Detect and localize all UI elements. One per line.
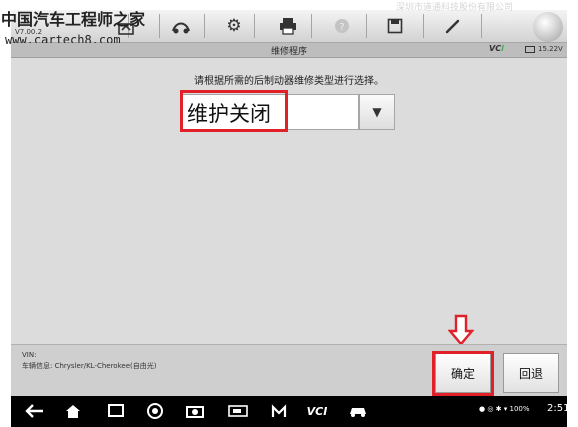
dropdown-button[interactable]: ▼ [359,94,395,130]
printer-icon[interactable] [273,14,303,38]
home-ball-button[interactable] [533,12,563,42]
help-icon[interactable]: ? [327,14,357,38]
main-content: 请根据所需的后制动器维修类型进行选择。 维护关闭 ▼ [11,58,567,344]
back-arrow-icon[interactable] [23,401,47,421]
page-title: 维修程序 [270,47,307,57]
app-screen: V7.00.2 ⚙ ? 深圳市道通科技股份有限公司 中国汽车工程师之家 www. [1,0,570,427]
camera-icon[interactable] [183,401,207,421]
vci-indicator: VCI [489,44,504,53]
battery-status: ● ◎ ✱ ▾ 100% [479,405,530,413]
triangle-down-icon: ▼ [372,105,382,119]
svg-text:?: ? [339,22,344,33]
system-nav-bar: VCI ● ◎ ✱ ▾ 100% 2:51 [11,396,570,427]
back-button[interactable]: 回退 [503,353,559,393]
highlight-box-confirm [432,351,494,396]
vehicle-info: 车辆信息: Chrysler/KL-Cherokee(自由光) [22,362,157,370]
vci-nav-icon[interactable]: VCI [305,401,329,421]
site-watermark-cn: 中国汽车工程师之家 [1,10,146,29]
highlight-box-select [180,90,288,132]
down-arrow-annotation-icon [448,314,474,346]
recent-apps-icon[interactable] [103,401,127,421]
video-record-icon[interactable] [226,401,250,421]
browser-icon[interactable] [143,401,167,421]
settings-gear-icon[interactable]: ⚙ [219,14,249,38]
clock-time: 2:51 [547,403,570,414]
vin-label: VIN: [22,351,37,359]
title-bar: 维修程序 VCI 15.22V [11,43,567,58]
battery-percent: 100% [509,405,530,413]
edit-pen-icon[interactable] [438,14,468,38]
selection-prompt: 请根据所需的后制动器维修类型进行选择。 [194,76,384,87]
battery-icon [525,46,535,53]
vci-label: VC [489,44,502,53]
vci-status: I [501,44,505,53]
car-lift-icon[interactable] [166,14,196,38]
car-icon[interactable] [346,401,370,421]
home-icon[interactable] [61,401,85,421]
voltage-readout: 15.22V [538,45,563,53]
maxifix-icon[interactable] [267,401,291,421]
company-watermark: 深圳市道通科技股份有限公司 [396,3,514,13]
save-icon[interactable] [380,14,410,38]
vehicle-info-bar: VIN: 车辆信息: Chrysler/KL-Cherokee(自由光) 确定 … [11,344,567,397]
